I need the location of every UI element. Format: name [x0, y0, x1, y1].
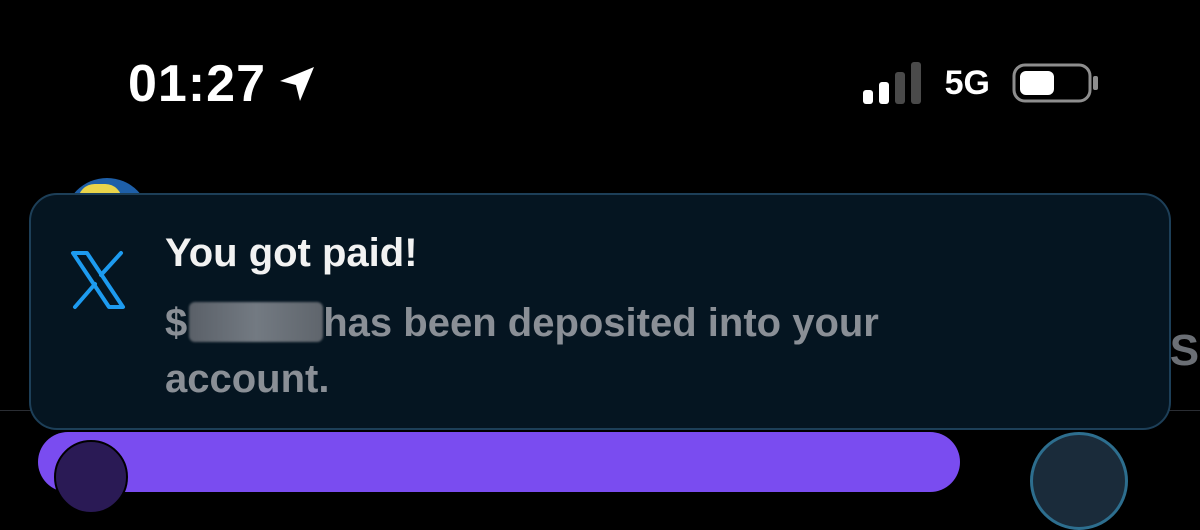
notification-banner[interactable]: You got paid! $ has been deposited into y…: [29, 193, 1171, 430]
location-arrow-icon: [274, 61, 320, 107]
status-bar: 01:27 5G: [0, 0, 1200, 160]
redacted-amount: [189, 302, 324, 342]
notification-title: You got paid!: [165, 231, 418, 275]
status-time: 01:27: [128, 55, 266, 113]
currency-symbol: $: [165, 301, 188, 345]
notification-body: $ has been deposited into your account.: [165, 295, 885, 407]
x-logo-icon: [67, 249, 129, 311]
side-peek-text: So: [1169, 326, 1200, 375]
clock-group: 01:27: [128, 58, 320, 110]
bottom-pill-avatar: [54, 440, 128, 514]
battery-icon: [1012, 63, 1100, 103]
bottom-pill-button[interactable]: [38, 432, 960, 492]
right-status-icons: 5G: [862, 60, 1100, 106]
network-type-label: 5G: [944, 64, 990, 102]
cellular-signal-icon: [862, 62, 925, 104]
bottom-right-avatar[interactable]: [1030, 432, 1128, 530]
